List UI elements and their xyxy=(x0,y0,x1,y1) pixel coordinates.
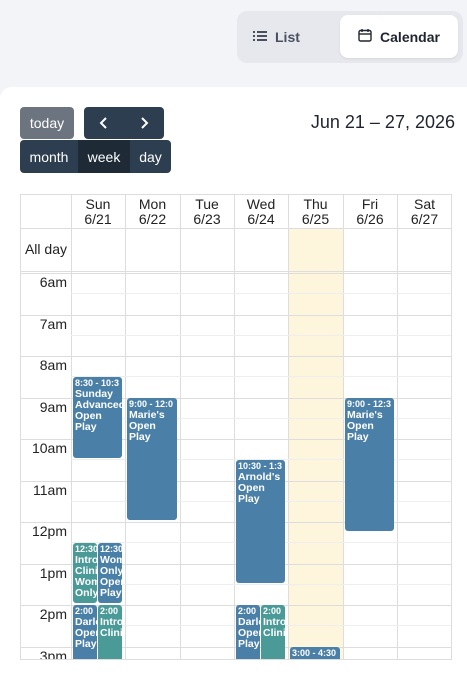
calendar-view-label: Calendar xyxy=(380,28,440,45)
day-view-button[interactable]: day xyxy=(130,140,171,173)
time-label: 10am xyxy=(31,440,67,457)
calendar-event[interactable]: 3:00 - 4:30 xyxy=(290,646,340,659)
calendar-event[interactable]: 2:00Darlene's Open Play xyxy=(236,605,260,659)
day-header[interactable]: Wed 6/24 xyxy=(234,195,288,228)
calendar-event[interactable]: 2:00Intro Clinic xyxy=(261,605,285,659)
half-hour-line xyxy=(71,293,451,295)
header-divider xyxy=(21,271,451,272)
week-grid: Sun 6/21 Mon 6/22 Tue 6/23 Wed 6/24 Thu 6/25 Fri 6/… xyxy=(20,194,452,660)
calendar-event[interactable]: 8:30 - 10:3 Sunday Advanced Open Play xyxy=(73,377,122,459)
time-label: 1pm xyxy=(39,564,67,581)
hour-line xyxy=(21,356,451,358)
event-title: Arnold's Open Play xyxy=(238,471,281,506)
half-hour-line xyxy=(71,334,451,336)
column-divider xyxy=(343,195,344,659)
event-time: 3:00 - 4:30 xyxy=(292,647,337,658)
day-date: 6/22 xyxy=(138,211,167,227)
calendar-icon xyxy=(358,28,372,45)
view-switcher: month week day xyxy=(20,140,171,173)
hour-line xyxy=(21,273,451,275)
event-title: Darlene's Open Play xyxy=(238,616,260,651)
day-date: 6/21 xyxy=(84,211,112,227)
next-button[interactable] xyxy=(124,116,164,130)
event-title: Intro Clinic xyxy=(100,616,122,640)
calendar-event[interactable]: 2:00Intro Clinic xyxy=(98,605,122,659)
time-label: 8am xyxy=(39,357,67,374)
time-label: 11am xyxy=(33,481,67,498)
calendar-event[interactable]: 10:30 - 1:3 Arnold's Open Play xyxy=(236,460,285,583)
day-date: 6/27 xyxy=(410,211,439,227)
chevron-right-icon xyxy=(141,117,149,129)
day-of-week: Sun xyxy=(85,196,111,212)
time-label: 7am xyxy=(39,315,67,332)
calendar-event[interactable]: 9:00 - 12:3 Marie's Open Play xyxy=(345,397,394,531)
day-of-week: Tue xyxy=(195,196,219,212)
day-of-week: Fri xyxy=(361,196,379,212)
header-divider xyxy=(21,228,451,229)
list-view-button[interactable]: List xyxy=(253,15,343,58)
column-divider xyxy=(125,195,126,659)
calendar-event[interactable]: 12:30Women Only Open Play xyxy=(98,543,122,604)
day-header[interactable]: Sat 6/27 xyxy=(397,195,451,228)
day-of-week: Wed xyxy=(246,196,276,212)
day-header[interactable]: Mon 6/22 xyxy=(125,195,180,228)
day-header[interactable]: Thu 6/25 xyxy=(288,195,343,228)
day-date: 6/26 xyxy=(356,211,384,227)
hour-line xyxy=(21,314,451,316)
date-range-title: Jun 21 – 27, 2026 xyxy=(310,112,455,132)
calendar-event[interactable]: 12:30Intro Clinic Women Only xyxy=(73,543,97,604)
day-header[interactable]: Tue 6/23 xyxy=(180,195,234,228)
calendar-event[interactable]: 9:00 - 12:0 Marie's Open Play xyxy=(127,397,177,521)
prev-button[interactable] xyxy=(84,116,124,130)
day-date: 6/25 xyxy=(301,211,330,227)
time-label: 3pm xyxy=(39,647,67,660)
column-divider xyxy=(234,195,235,659)
event-title: Marie's Open Play xyxy=(129,408,165,443)
column-divider xyxy=(397,195,398,659)
view-toggle: List Calendar xyxy=(237,11,463,63)
chevron-left-icon xyxy=(99,117,107,129)
calendar-event[interactable]: 2:00Darlene's Open Play xyxy=(73,605,97,659)
half-hour-line xyxy=(71,376,451,378)
event-title: Darlene's Open Play xyxy=(75,616,97,651)
time-label: 6am xyxy=(39,274,67,291)
event-title: Intro Clinic Women Only xyxy=(75,554,97,600)
time-label: 12pm xyxy=(31,523,67,540)
half-hour-line xyxy=(71,583,451,585)
all-day-label: All day xyxy=(24,241,67,257)
event-title: Sunday Advanced Open Play xyxy=(75,388,122,434)
column-divider xyxy=(288,195,289,659)
time-label: 9am xyxy=(39,398,67,415)
event-title: Intro Clinic xyxy=(263,616,285,640)
day-of-week: Thu xyxy=(303,196,328,212)
event-title: Women Only Open Play xyxy=(100,554,122,600)
column-divider xyxy=(71,195,72,659)
list-icon xyxy=(253,29,267,45)
day-date: 6/23 xyxy=(193,211,221,227)
time-label: 2pm xyxy=(39,606,67,623)
week-view-button[interactable]: week xyxy=(78,140,130,173)
day-date: 6/24 xyxy=(247,211,275,227)
calendar-view-button[interactable]: Calendar xyxy=(340,15,458,58)
event-title: Marie's Open Play xyxy=(347,408,383,443)
today-button[interactable]: today xyxy=(20,107,74,139)
prev-next-group xyxy=(84,107,164,139)
column-divider xyxy=(180,195,181,659)
list-view-label: List xyxy=(275,28,300,45)
day-of-week: Sat xyxy=(413,196,435,212)
month-view-button[interactable]: month xyxy=(20,140,78,173)
day-header[interactable]: Fri 6/26 xyxy=(343,195,397,228)
day-header[interactable]: Sun 6/21 xyxy=(71,195,125,228)
day-of-week: Mon xyxy=(138,196,167,212)
